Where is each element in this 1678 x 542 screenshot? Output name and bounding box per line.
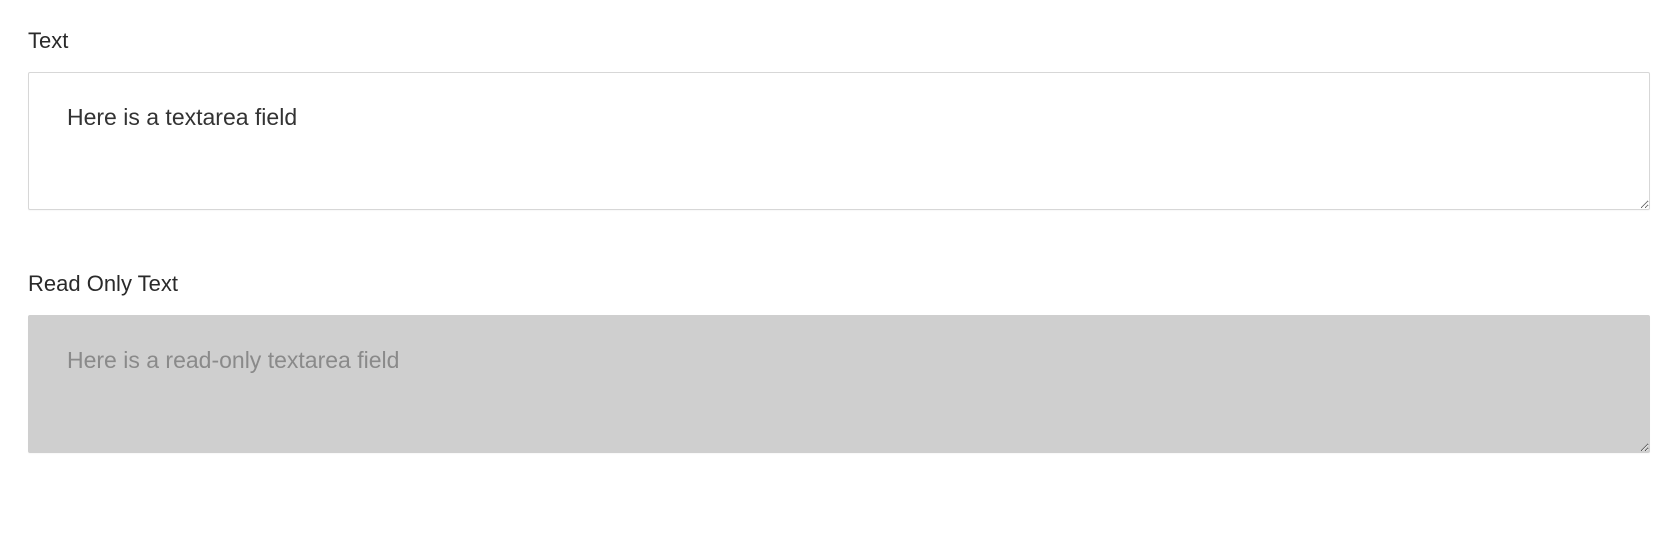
- readonly-text-group: Read Only Text: [28, 271, 1650, 458]
- readonly-text-textarea: [28, 315, 1650, 453]
- text-group: Text: [28, 28, 1650, 215]
- readonly-text-label: Read Only Text: [28, 271, 1650, 297]
- text-textarea[interactable]: [28, 72, 1650, 210]
- text-label: Text: [28, 28, 1650, 54]
